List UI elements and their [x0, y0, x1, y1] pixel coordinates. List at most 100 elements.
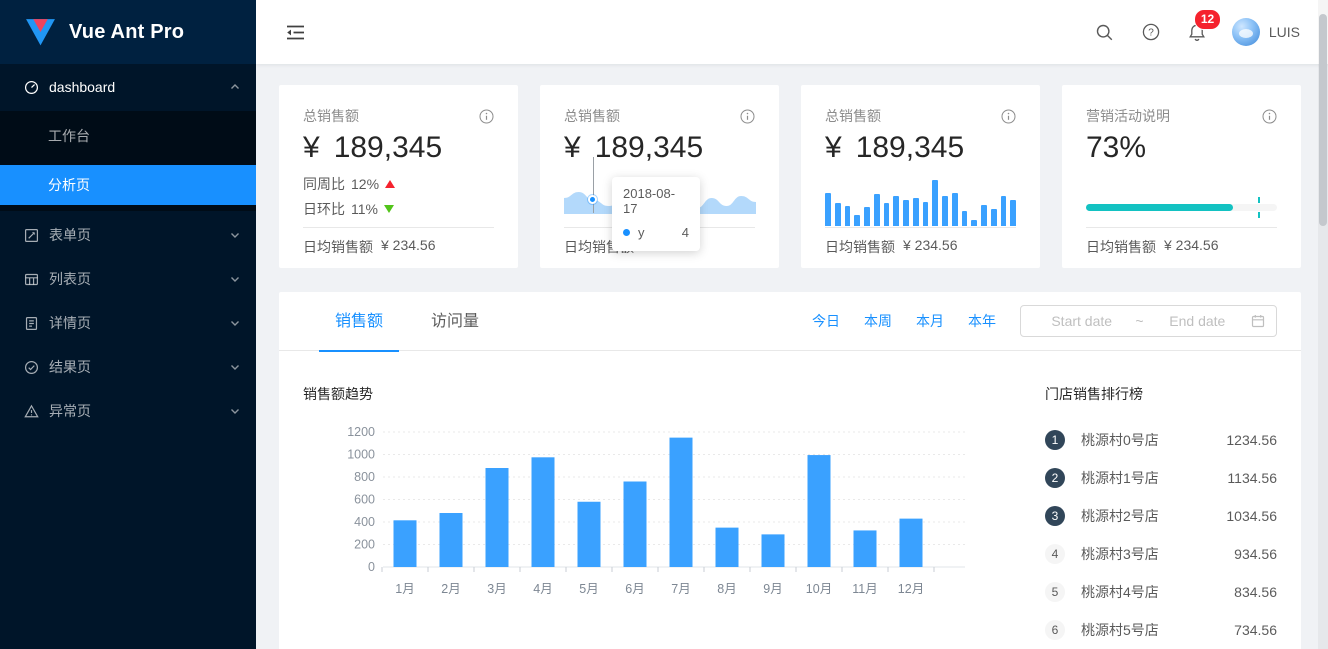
mini-bar [981, 205, 987, 226]
mini-bar [971, 220, 977, 226]
store-sales-value: 1234.56 [1226, 432, 1277, 448]
info-icon[interactable] [1001, 109, 1016, 124]
bar-11月[interactable] [854, 530, 877, 567]
info-icon[interactable] [1262, 109, 1277, 124]
range-controls: 今日 本周 本月 本年 Start date ~ End date [812, 305, 1277, 337]
stat-card-total-sales-2: 总销售额 ¥189,345 [540, 85, 779, 268]
info-icon[interactable] [740, 109, 755, 124]
end-date-placeholder[interactable]: End date [1148, 313, 1247, 329]
tooltip-series: y [638, 225, 645, 240]
mini-bar [1010, 200, 1016, 226]
store-name: 桃源村2号店 [1081, 506, 1226, 526]
bar-7月[interactable] [670, 438, 693, 567]
user-account[interactable]: LUIS [1220, 0, 1312, 64]
range-today-link[interactable]: 今日 [812, 311, 840, 331]
range-week-link[interactable]: 本周 [864, 311, 892, 331]
calendar-icon [1251, 314, 1265, 328]
sidebar-item-workplace[interactable]: 工作台 [0, 116, 256, 156]
sidebar-item-form[interactable]: 表单页 [0, 215, 256, 255]
card-title: 总销售额 [564, 106, 620, 126]
notification-badge: 12 [1194, 9, 1221, 30]
sidebar-item-label: 详情页 [49, 313, 230, 333]
rank-badge: 1 [1045, 430, 1065, 450]
card-value: ¥189,345 [303, 127, 494, 171]
y-axis-tick-label: 800 [354, 470, 375, 484]
profile-icon [24, 316, 39, 331]
svg-text:?: ? [1148, 28, 1154, 39]
x-axis-tick-label: 2月 [441, 582, 460, 596]
dashboard-submenu: 工作台 分析页 [0, 111, 256, 211]
card-metrics: 同周比 12% 日环比 11% [303, 171, 494, 219]
info-icon[interactable] [479, 109, 494, 124]
sidebar-item-label: 分析页 [48, 175, 90, 195]
x-axis-tick-label: 9月 [763, 582, 782, 596]
date-range-picker[interactable]: Start date ~ End date [1020, 305, 1277, 337]
mini-bar [962, 211, 968, 226]
mini-bar [942, 196, 948, 226]
progress-zone [1086, 171, 1277, 219]
mini-bar [952, 193, 958, 226]
chevron-down-icon [230, 406, 240, 416]
bar-12月[interactable] [900, 519, 923, 567]
sidebar-item-exception[interactable]: 异常页 [0, 391, 256, 431]
mini-bar [893, 196, 899, 226]
x-axis-tick-label: 5月 [579, 582, 598, 596]
form-icon [24, 228, 39, 243]
store-sales-value: 734.56 [1234, 622, 1277, 638]
mini-bar [825, 193, 831, 226]
trend-up-icon [385, 180, 395, 188]
ranking-row: 2桃源村1号店1134.56 [1045, 459, 1277, 497]
range-separator: ~ [1131, 313, 1147, 329]
page-scrollbar[interactable] [1318, 0, 1328, 649]
bar-6月[interactable] [624, 482, 647, 568]
tab-sales[interactable]: 销售额 [319, 292, 399, 351]
menu-fold-icon[interactable] [278, 19, 313, 46]
sidebar-item-profile[interactable]: 详情页 [0, 303, 256, 343]
mini-bar [923, 202, 929, 226]
y-axis-tick-label: 200 [354, 538, 375, 552]
sidebar-item-label: 表单页 [49, 225, 230, 245]
range-month-link[interactable]: 本月 [916, 311, 944, 331]
sidebar-menu: dashboard 工作台 分析页 表单页 [0, 67, 256, 431]
username: LUIS [1269, 24, 1300, 40]
avatar [1232, 18, 1260, 46]
start-date-placeholder[interactable]: Start date [1032, 313, 1131, 329]
bar-5月[interactable] [578, 502, 601, 567]
store-name: 桃源村3号店 [1081, 544, 1234, 564]
store-name: 桃源村5号店 [1081, 620, 1234, 640]
tab-visits[interactable]: 访问量 [415, 292, 495, 351]
y-axis-tick-label: 1200 [347, 425, 375, 439]
page-content: 总销售额 ¥189,345 同周比 12% [256, 64, 1328, 649]
bar-1月[interactable] [394, 520, 417, 567]
mini-bar [932, 180, 938, 226]
sidebar-item-result[interactable]: 结果页 [0, 347, 256, 387]
bar-4月[interactable] [532, 457, 555, 567]
stat-card-total-sales-1: 总销售额 ¥189,345 同周比 12% [279, 85, 518, 268]
brand-logo[interactable]: Vue Ant Pro [0, 0, 256, 64]
bar-3月[interactable] [486, 468, 509, 567]
scrollbar-thumb[interactable] [1319, 14, 1327, 226]
bar-10月[interactable] [808, 455, 831, 567]
y-axis-tick-label: 400 [354, 515, 375, 529]
mini-bar-chart[interactable] [825, 170, 1016, 226]
store-ranking-section: 门店销售排行榜 1桃源村0号店1234.562桃源村1号店1134.563桃源村… [1045, 384, 1277, 649]
sales-panel-body: 销售额趋势 0200400600800100012001月2月3月4月5月6月7… [279, 351, 1301, 649]
sidebar-item-dashboard[interactable]: dashboard [0, 67, 256, 107]
bar-8月[interactable] [716, 528, 739, 567]
stat-card-total-sales-3: 总销售额 ¥189,345 日均销售额 ¥ 234.56 [801, 85, 1040, 268]
notifications-bell[interactable]: 12 [1174, 0, 1220, 64]
sidebar-item-analysis[interactable]: 分析页 [0, 165, 256, 205]
range-year-link[interactable]: 本年 [968, 311, 996, 331]
search-icon[interactable] [1082, 0, 1128, 64]
bar-2月[interactable] [440, 513, 463, 567]
sidebar-item-label: 列表页 [49, 269, 230, 289]
store-sales-value: 834.56 [1234, 584, 1277, 600]
sidebar-item-list[interactable]: 列表页 [0, 259, 256, 299]
bar-9月[interactable] [762, 534, 785, 567]
sales-trend-bar-chart[interactable]: 0200400600800100012001月2月3月4月5月6月7月8月9月1… [303, 424, 983, 602]
vue-logo-icon [24, 18, 57, 47]
ranking-row: 5桃源村4号店834.56 [1045, 573, 1277, 611]
ranking-title: 门店销售排行榜 [1045, 384, 1277, 406]
help-icon[interactable]: ? [1128, 0, 1174, 64]
x-axis-tick-label: 8月 [717, 582, 736, 596]
